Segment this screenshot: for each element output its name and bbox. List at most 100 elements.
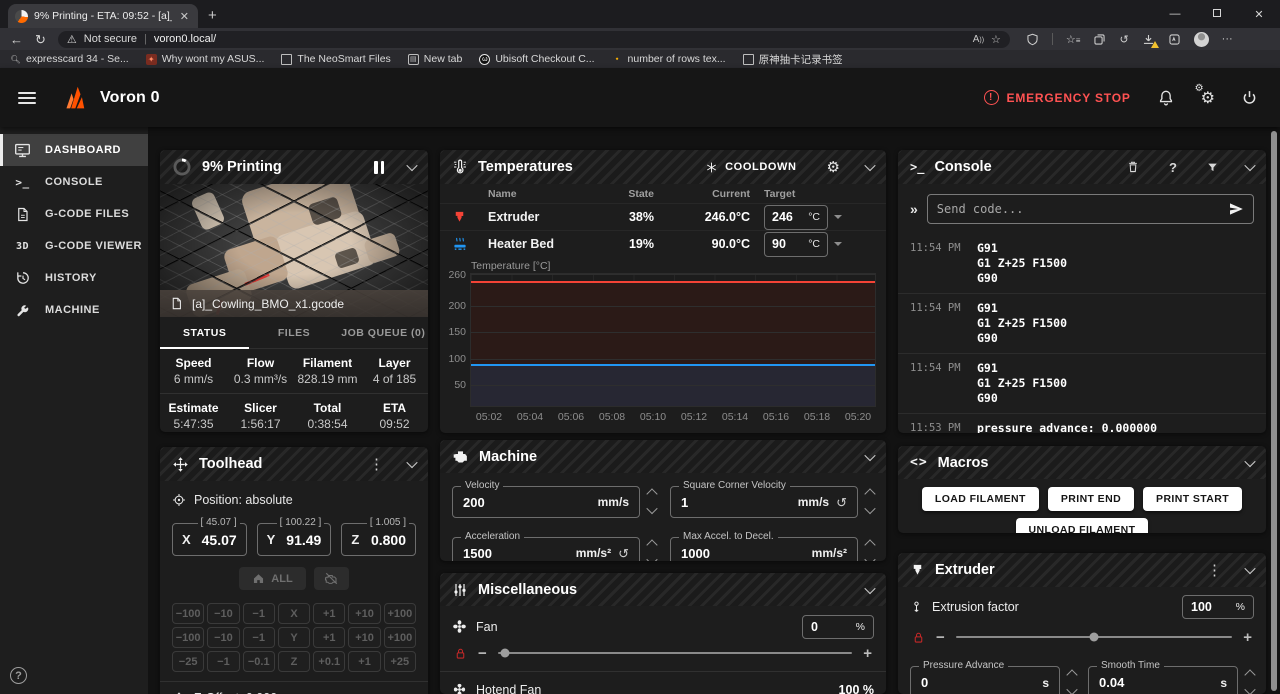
bookmark-item[interactable]: The NeoSmart Files (281, 53, 390, 65)
bookmark-item[interactable]: ωUbisoft Checkout C... (479, 53, 594, 65)
trash-icon[interactable] (1126, 160, 1140, 174)
tab-job-queue[interactable]: JOB QUEUE (0) (339, 317, 428, 348)
minus-icon[interactable]: − (478, 646, 487, 661)
console-input[interactable] (937, 202, 1222, 216)
help-button[interactable]: ? (10, 667, 27, 684)
stepper-arrows[interactable] (1068, 671, 1076, 694)
jog-button[interactable]: −10 (207, 627, 239, 648)
pressure-advance-input[interactable]: Pressure Advance 0 s (910, 666, 1060, 694)
gear-icon[interactable]: ⚙ (827, 158, 840, 176)
cooldown-button[interactable]: COOLDOWN (705, 161, 796, 174)
settings-gears-icon[interactable]: ⚙⚙ (1201, 88, 1215, 108)
collections-icon[interactable]: ☆≡ (1066, 33, 1081, 46)
downloads-icon[interactable] (1142, 33, 1155, 46)
tab-groups-icon[interactable] (1093, 33, 1106, 46)
jog-button[interactable]: +1 (313, 627, 345, 648)
chevron-down-icon[interactable] (864, 582, 875, 593)
chevron-down-icon[interactable] (406, 457, 417, 468)
window-maximize-button[interactable] (1196, 8, 1238, 20)
kebab-menu-icon[interactable]: ⋮ (369, 457, 384, 472)
motors-off-button[interactable] (314, 567, 349, 590)
address-bar[interactable]: ⚠ Not secure | voron0.local/ A)) ☆ (58, 31, 1010, 48)
smooth-time-input[interactable]: Smooth Time 0.04 s (1088, 666, 1238, 694)
apps-icon[interactable] (1168, 33, 1181, 46)
home-all-button[interactable]: ALL (239, 567, 305, 590)
browser-tab[interactable]: 9% Printing - ETA: 09:52 - [a]_Co ✕ (8, 4, 198, 28)
plus-icon[interactable]: + (1243, 630, 1252, 645)
acceleration-input[interactable]: Acceleration 1500 mm/s² ↺ (452, 537, 640, 561)
tab-files[interactable]: FILES (249, 317, 338, 348)
square-corner-velocity-input[interactable]: Square Corner Velocity 1 mm/s ↺ (670, 486, 858, 518)
jog-button[interactable]: −0.1 (243, 651, 275, 672)
target-temp-input[interactable]: 90 °C (764, 232, 828, 257)
gcode-preview[interactable]: [a]_Cowling_BMO_x1.gcode (160, 184, 428, 317)
axis-z-field[interactable]: [ 1.005 ] Z 0.800 (341, 523, 416, 556)
bookmark-item[interactable]: 原神抽卡记录书签 (743, 52, 843, 67)
jog-button[interactable]: +100 (384, 603, 416, 624)
lock-icon[interactable] (454, 647, 467, 660)
bookmark-item[interactable]: ✦Why wont my ASUS... (146, 53, 265, 65)
power-icon[interactable] (1241, 89, 1258, 106)
pause-button[interactable] (374, 161, 384, 174)
bookmark-item[interactable]: ⬩number of rows tex... (612, 53, 726, 65)
jog-button[interactable]: −1 (243, 603, 275, 624)
macro-button-print-end[interactable]: PRINT END (1048, 487, 1134, 511)
stepper-arrows[interactable] (1246, 671, 1254, 694)
minus-icon[interactable]: − (936, 630, 945, 645)
axis-y-field[interactable]: [ 100.22 ] Y 91.49 (257, 523, 332, 556)
temperature-chart[interactable]: Temperature [°C] 260 200 150 100 50 05:0… (440, 257, 886, 433)
jog-button[interactable]: +100 (384, 627, 416, 648)
extrusion-factor-slider[interactable] (956, 636, 1232, 638)
bookmark-item[interactable]: ▤New tab (408, 53, 463, 65)
history-icon[interactable]: ↺ (1119, 33, 1128, 46)
target-temp-input[interactable]: 246 °C (764, 205, 828, 230)
axis-x-field[interactable]: [ 45.07 ] X 45.07 (172, 523, 247, 556)
expand-console-icon[interactable]: » (910, 201, 918, 217)
profile-avatar[interactable] (1194, 32, 1209, 47)
jog-button[interactable]: −1 (207, 651, 239, 672)
menu-hamburger-icon[interactable] (18, 92, 36, 104)
filter-icon[interactable] (1206, 161, 1219, 174)
stepper-arrows[interactable] (648, 490, 656, 514)
help-icon[interactable]: ? (1169, 160, 1177, 175)
window-minimize-button[interactable]: — (1154, 8, 1196, 20)
chevron-down-icon[interactable] (1244, 563, 1255, 574)
sidebar-item-history[interactable]: HISTORY (0, 262, 148, 294)
reset-icon[interactable]: ↺ (836, 496, 847, 509)
browser-menu-icon[interactable]: ··· (1222, 33, 1233, 45)
jog-button[interactable]: −10 (207, 603, 239, 624)
sidebar-item-console[interactable]: >_ CONSOLE (0, 166, 148, 198)
jog-button[interactable]: −100 (172, 603, 204, 624)
jog-button[interactable]: +1 (348, 651, 380, 672)
jog-button[interactable]: +0.1 (313, 651, 345, 672)
macro-button-load-filament[interactable]: LOAD FILAMENT (922, 487, 1039, 511)
sidebar-item-gcode-viewer[interactable]: 3D G-CODE VIEWER (0, 230, 148, 262)
dropdown-caret-icon[interactable] (834, 215, 842, 223)
fan-value-input[interactable]: 0 % (802, 615, 874, 639)
send-icon[interactable] (1228, 201, 1244, 217)
emergency-stop-button[interactable]: ! EMERGENCY STOP (984, 90, 1131, 105)
tab-close-icon[interactable]: ✕ (178, 10, 191, 23)
stepper-arrows[interactable] (866, 490, 874, 514)
reset-icon[interactable]: ↺ (618, 547, 629, 560)
chevron-down-icon[interactable] (1244, 455, 1255, 466)
chevron-down-icon[interactable] (864, 160, 875, 171)
kebab-menu-icon[interactable]: ⋮ (1207, 563, 1222, 578)
stepper-arrows[interactable] (648, 541, 656, 561)
new-tab-button[interactable]: + (208, 7, 217, 24)
jog-button[interactable]: −25 (172, 651, 204, 672)
jog-button[interactable]: +10 (348, 603, 380, 624)
sidebar-item-machine[interactable]: MACHINE (0, 294, 148, 326)
jog-button[interactable]: +25 (384, 651, 416, 672)
dropdown-caret-icon[interactable] (834, 242, 842, 250)
console-input-box[interactable] (927, 194, 1254, 224)
window-close-button[interactable]: ✕ (1238, 8, 1280, 21)
jog-button[interactable]: +1 (313, 603, 345, 624)
velocity-input[interactable]: Velocity 200 mm/s (452, 486, 640, 518)
sidebar-item-gcode-files[interactable]: G-CODE FILES (0, 198, 148, 230)
jog-button[interactable]: −100 (172, 627, 204, 648)
browser-essentials-icon[interactable] (1026, 33, 1039, 46)
read-aloud-icon[interactable]: A)) (973, 34, 984, 45)
mainsail-logo[interactable] (58, 83, 88, 113)
lock-icon[interactable] (912, 631, 925, 644)
